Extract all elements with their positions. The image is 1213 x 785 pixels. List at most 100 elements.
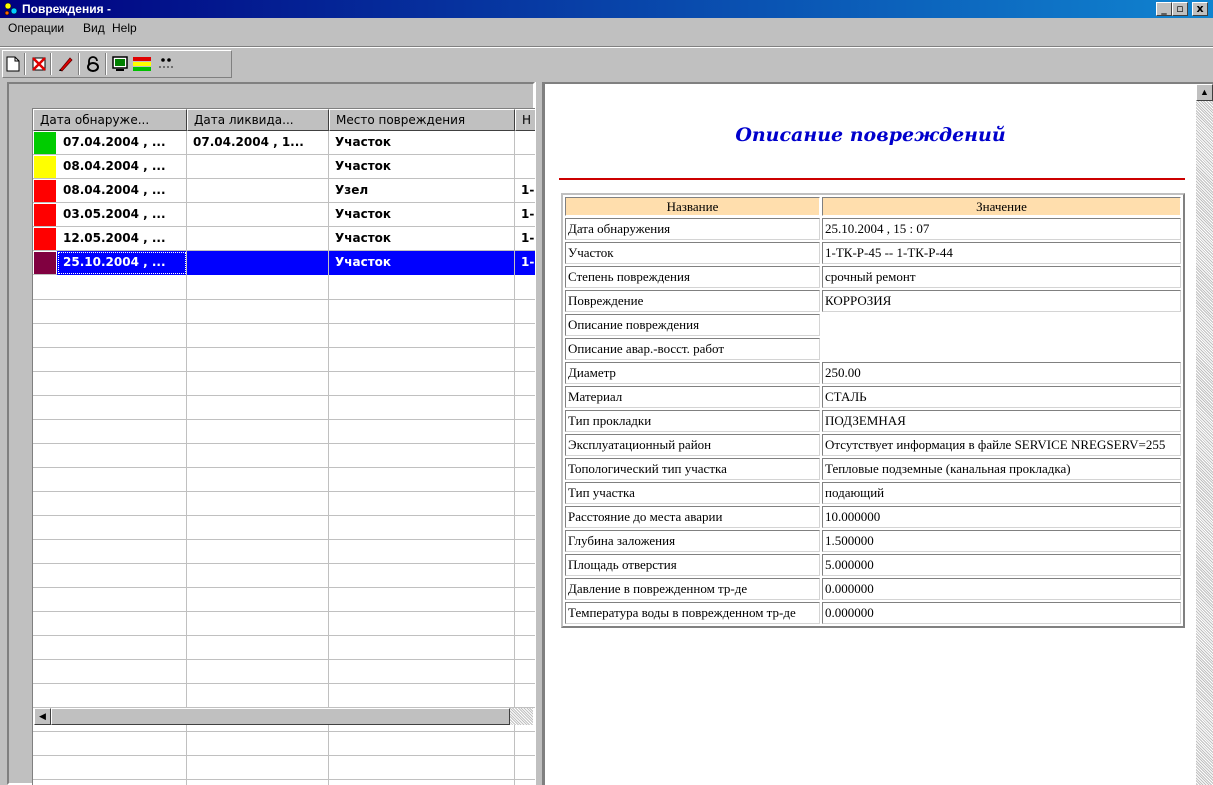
property-row: Давление в поврежденном тр-де 0.000000 [565,578,1181,600]
title-rule [559,178,1185,180]
table-cell: 08.04.2004 , ... [57,179,187,203]
grid-line [33,611,541,612]
monitor-button[interactable] [109,54,131,74]
table-cell: Участок [329,203,515,227]
delete-icon [32,57,46,71]
property-name: Площадь отверстия [565,554,820,576]
new-document-icon [6,56,20,72]
maximize-button[interactable]: ▫ [1172,2,1188,16]
column-header-eliminated[interactable]: Дата ликвида... [187,109,329,131]
property-name: Температура воды в поврежденном тр-де [565,602,820,624]
toolbar-divider [78,53,80,75]
scroll-up-icon[interactable]: ▲ [1196,84,1213,101]
property-row: Повреждение КОРРОЗИЯ [565,290,1181,312]
status-color-swatch [34,204,56,226]
dots-button[interactable] [155,54,177,74]
property-value: 0.000000 [822,578,1181,600]
edit-button[interactable] [54,54,76,74]
menu-help[interactable]: Help [112,21,137,35]
lock-button[interactable] [82,54,104,74]
property-value: ПОДЗЕМНАЯ [822,410,1181,432]
column-header-location[interactable]: Место повреждения [329,109,515,131]
table-row[interactable]: 08.04.2004 , ... Узел 1- [33,179,541,203]
status-color-swatch [34,228,56,250]
property-value: 10.000000 [822,506,1181,528]
table-row[interactable]: 08.04.2004 , ... Участок [33,155,541,179]
scroll-left-icon[interactable]: ◀ [34,708,51,725]
grid-line [33,299,541,300]
pane-splitter[interactable] [535,82,543,785]
status-color-swatch [34,180,56,202]
vertical-scrollbar[interactable]: ▲ [1196,84,1213,785]
property-value: срочный ремонт [822,266,1181,288]
property-row: Описание авар.-восст. работ [565,338,1181,360]
property-value: КОРРОЗИЯ [822,290,1181,312]
grid-line [33,467,541,468]
property-row: Топологический тип участка Тепловые подзе… [565,458,1181,480]
table-row[interactable]: 12.05.2004 , ... Участок 1- [33,227,541,251]
property-name: Давление в поврежденном тр-де [565,578,820,600]
table-cell [187,179,329,203]
delete-button[interactable] [28,54,50,74]
status-colors-button[interactable] [131,54,153,74]
property-row: Тип прокладки ПОДЗЕМНАЯ [565,410,1181,432]
menu-view[interactable]: Вид [83,21,105,35]
property-name: Диаметр [565,362,820,384]
app-icon [4,2,18,16]
status-color-swatch [34,156,56,178]
table-cell: 03.05.2004 , ... [57,203,187,227]
window-title: Повреждения - [22,2,111,16]
edit-pencil-icon [59,57,73,72]
horizontal-scrollbar[interactable]: ◀ [34,708,533,725]
grid-line [33,731,541,732]
doc-title: Описание повреждений [735,124,1006,146]
property-value [822,338,1181,360]
table-cell: 07.04.2004 , 1... [187,131,329,155]
property-name: Участок [565,242,820,264]
table-cell: Узел [329,179,515,203]
property-row: Участок 1-ТК-Р-45 -- 1-ТК-Р-44 [565,242,1181,264]
property-row: Диаметр 250.00 [565,362,1181,384]
scroll-thumb[interactable] [51,708,510,725]
status-color-swatch [34,252,56,274]
left-pane: Дата обнаруже... Дата ликвида... Место п… [7,82,541,785]
grid-line [33,443,541,444]
menu-operations[interactable]: Операции [8,21,64,35]
status-color-swatch [34,132,56,154]
table-cell [187,203,329,227]
property-value: 0.000000 [822,602,1181,624]
property-value: подающий [822,482,1181,504]
property-value: 1-ТК-Р-45 -- 1-ТК-Р-44 [822,242,1181,264]
table-cell [187,251,329,275]
properties-table: Название Значение Дата обнаружения 25.10.… [561,193,1185,628]
property-row: Дата обнаружения 25.10.2004 , 15 : 07 [565,218,1181,240]
table-cell [187,155,329,179]
property-name: Дата обнаружения [565,218,820,240]
property-name: Эксплуатационный район [565,434,820,456]
property-name: Тип участка [565,482,820,504]
property-row: Площадь отверстия 5.000000 [565,554,1181,576]
grid-line [33,659,541,660]
header-name: Название [565,197,820,216]
column-header-detected[interactable]: Дата обнаруже... [33,109,187,131]
property-name: Описание авар.-восст. работ [565,338,820,360]
grid-line [514,131,515,785]
new-button[interactable] [2,54,24,74]
minimize-button[interactable]: _ [1156,2,1172,16]
description-pane: Описание повреждений Название Значение Д… [543,82,1213,785]
property-name: Топологический тип участка [565,458,820,480]
property-name: Расстояние до места аварии [565,506,820,528]
property-value: Отсутствует информация в файле SERVICE N… [822,434,1181,456]
grid-line [33,683,541,684]
grid-line [33,539,541,540]
property-name: Степень повреждения [565,266,820,288]
grid-line [328,131,329,785]
table-cell: 08.04.2004 , ... [57,155,187,179]
close-button[interactable]: x [1192,2,1208,16]
grid-line [33,491,541,492]
toolbar-divider [50,53,52,75]
table-row[interactable]: 25.10.2004 , ... Участок 1- [33,251,541,275]
property-row: Температура воды в поврежденном тр-де 0.0… [565,602,1181,624]
table-row[interactable]: 07.04.2004 , ... 07.04.2004 , 1... Участок [33,131,541,155]
table-row[interactable]: 03.05.2004 , ... Участок 1- [33,203,541,227]
